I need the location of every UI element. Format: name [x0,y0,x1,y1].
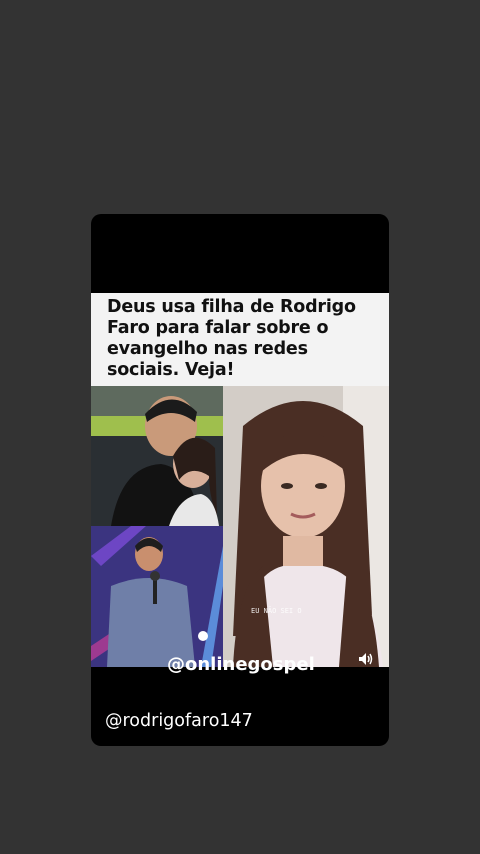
story-card[interactable]: Deus usa filha de Rodrigo Faro para fala… [91,214,389,746]
photo-video-frame [223,386,389,667]
video-caption: EU NÃO SEI O [251,607,302,615]
username-link[interactable]: @rodrigofaro147 [105,711,253,731]
watermark: @onlinegospel [167,654,315,675]
photo-selfie [91,386,223,526]
photo-collage[interactable]: EU NÃO SEI O @onlinegospel [91,386,389,675]
speaker-icon[interactable] [359,653,373,665]
photo-stage [91,526,223,667]
post-headline: Deus usa filha de Rodrigo Faro para fala… [107,297,356,380]
headline-box: Deus usa filha de Rodrigo Faro para fala… [91,293,389,386]
